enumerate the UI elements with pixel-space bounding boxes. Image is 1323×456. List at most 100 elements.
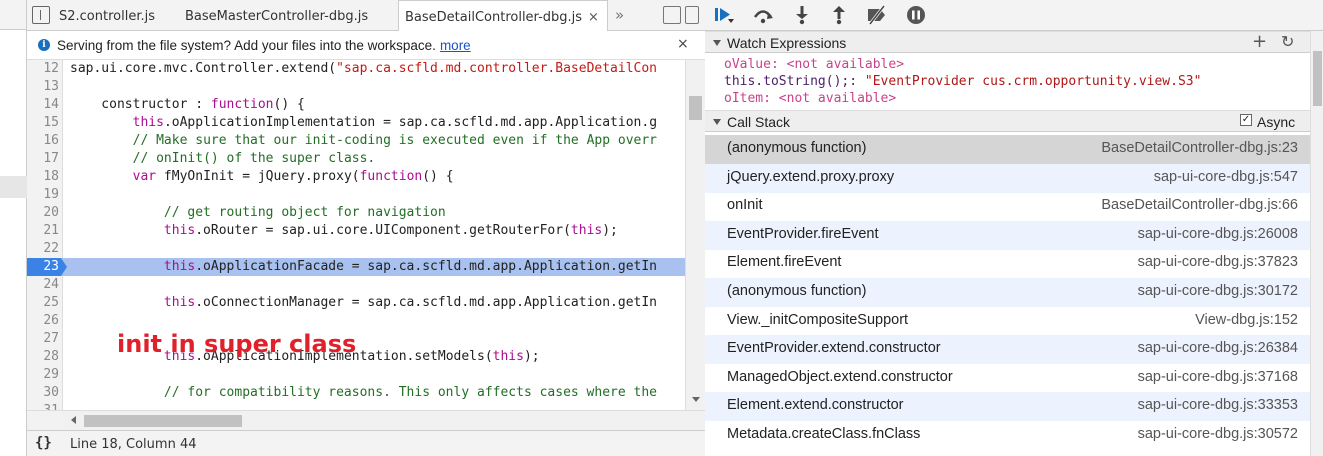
toggle-navigator-icon[interactable]	[32, 6, 50, 24]
editor-horizontal-scrollbar[interactable]	[63, 410, 705, 430]
line-number[interactable]: 15	[27, 114, 59, 132]
call-frame-location[interactable]: sap-ui-core-dbg.js:547	[1154, 169, 1298, 185]
info-more-link[interactable]: more	[440, 38, 471, 53]
code-line[interactable]: 26	[27, 312, 685, 330]
toggle-debugger-icon[interactable]	[663, 6, 681, 24]
line-number[interactable]: 27	[27, 330, 59, 348]
watch-row[interactable]: oItem: <not available>	[724, 91, 896, 107]
sidebar-scroll-thumb[interactable]	[1313, 51, 1322, 106]
call-frame-location[interactable]: BaseDetailController-dbg.js:66	[1101, 197, 1298, 213]
call-frame[interactable]: View._initCompositeSupport View-dbg.js:15…	[705, 307, 1310, 336]
code-line[interactable]: 25 this.oConnectionManager = sap.ca.scfl…	[27, 294, 685, 312]
watch-row[interactable]: oValue: <not available>	[724, 57, 904, 73]
pretty-print-icon[interactable]: {}	[35, 435, 52, 451]
call-frame-selected[interactable]: (anonymous function) BaseDetailController…	[705, 135, 1310, 164]
call-stack-header[interactable]: Call Stack ✓ Async	[705, 110, 1310, 132]
pause-on-exceptions-icon[interactable]	[905, 5, 927, 25]
code-line[interactable]: 29	[27, 366, 685, 384]
code-line[interactable]: 22	[27, 240, 685, 258]
call-stack-title: Call Stack	[727, 114, 791, 130]
code-line[interactable]: 14 constructor : function() {	[27, 96, 685, 114]
code-line[interactable]: 19	[27, 186, 685, 204]
call-frame[interactable]: (anonymous function) sap-ui-core-dbg.js:3…	[705, 278, 1310, 307]
line-number[interactable]: 19	[27, 186, 59, 204]
horizontal-scroll-thumb[interactable]	[84, 415, 242, 427]
code-line[interactable]: 24	[27, 276, 685, 294]
line-number[interactable]: 16	[27, 132, 59, 150]
line-number[interactable]: 30	[27, 384, 59, 402]
line-number[interactable]: 22	[27, 240, 59, 258]
breakpoint-marker[interactable]: 23	[27, 258, 67, 276]
info-close-icon[interactable]: ×	[677, 36, 689, 52]
code-line[interactable]: 16 // Make sure that our init-coding is …	[27, 132, 685, 150]
code-line[interactable]: 15 this.oApplicationImplementation = sap…	[27, 114, 685, 132]
line-number[interactable]: 18	[27, 168, 59, 186]
call-frame-location[interactable]: sap-ui-core-dbg.js:37168	[1138, 369, 1298, 385]
line-number[interactable]: 31	[27, 402, 59, 410]
call-frame-location[interactable]: sap-ui-core-dbg.js:30572	[1138, 426, 1298, 442]
code-line-breakpoint[interactable]: 23 this.oApplicationFacade = sap.ca.scfl…	[27, 258, 685, 276]
deactivate-breakpoints-icon[interactable]	[866, 5, 888, 25]
tab-s2-controller[interactable]: S2.controller.js	[59, 0, 155, 31]
call-frame-location[interactable]: sap-ui-core-dbg.js:30172	[1138, 283, 1298, 299]
scroll-left-arrow-icon[interactable]	[71, 416, 76, 424]
line-number[interactable]: 28	[27, 348, 59, 366]
vertical-scroll-thumb[interactable]	[689, 96, 702, 120]
code-line[interactable]: 21 this.oRouter = sap.ui.core.UIComponen…	[27, 222, 685, 240]
collapse-triangle-icon[interactable]	[713, 119, 721, 125]
tab-overflow-icon[interactable]: »	[615, 6, 624, 24]
tab-base-detail-controller[interactable]: BaseDetailController-dbg.js ×	[398, 0, 608, 31]
code-line[interactable]: 17 // onInit() of the super class.	[27, 150, 685, 168]
line-number[interactable]: 26	[27, 312, 59, 330]
call-frame[interactable]: Element.extend.constructor sap-ui-core-db…	[705, 392, 1310, 422]
code-line[interactable]: 13	[27, 78, 685, 96]
call-frame[interactable]: onInit BaseDetailController-dbg.js:66	[705, 192, 1310, 221]
line-number[interactable]: 29	[27, 366, 59, 384]
line-number[interactable]: 20	[27, 204, 59, 222]
scroll-down-arrow-icon[interactable]	[692, 397, 700, 402]
line-number[interactable]: 13	[27, 78, 59, 96]
resume-icon[interactable]	[713, 5, 735, 25]
call-frame[interactable]: Metadata.createClass.fnClass sap-ui-core-…	[705, 421, 1310, 450]
line-number[interactable]: 17	[27, 150, 59, 168]
call-frame[interactable]: EventProvider.fireEvent sap-ui-core-dbg.j…	[705, 220, 1310, 250]
call-frame[interactable]: EventProvider.extend.constructor sap-ui-c…	[705, 335, 1310, 365]
code-text: // Make sure that our init-coding is exe…	[70, 132, 657, 150]
code-line[interactable]: 12 sap.ui.core.mvc.Controller.extend("sap…	[27, 60, 685, 78]
code-line[interactable]: 20 // get routing object for navigation	[27, 204, 685, 222]
line-number[interactable]: 14	[27, 96, 59, 114]
call-frame-location[interactable]: View-dbg.js:152	[1195, 312, 1298, 328]
tab-base-master-controller[interactable]: BaseMasterController-dbg.js	[185, 0, 368, 31]
code-line[interactable]: 18 var fMyOnInit = jQuery.proxy(function…	[27, 168, 685, 186]
call-frame[interactable]: Element.fireEvent sap-ui-core-dbg.js:3782…	[705, 249, 1310, 278]
split-view-icon[interactable]	[685, 6, 699, 24]
step-out-icon[interactable]	[828, 5, 850, 25]
line-number[interactable]: 21	[27, 222, 59, 240]
call-frame-location[interactable]: BaseDetailController-dbg.js:23	[1101, 140, 1298, 156]
step-into-icon[interactable]	[791, 5, 813, 25]
code-token: fMyOnInit = jQuery.proxy(	[156, 169, 360, 184]
async-checkbox[interactable]: ✓	[1240, 114, 1252, 126]
collapse-triangle-icon[interactable]	[713, 40, 721, 46]
call-frame-location[interactable]: sap-ui-core-dbg.js:26384	[1138, 340, 1298, 356]
code-line[interactable]: 31	[27, 402, 685, 410]
code-line[interactable]: 30 // for compatibility reasons. This on…	[27, 384, 685, 402]
refresh-watch-icon[interactable]: ↻	[1281, 33, 1294, 51]
sidebar-scrollbar[interactable]	[1310, 31, 1323, 456]
tab-close-icon[interactable]: ×	[588, 1, 599, 35]
line-number[interactable]: 12	[27, 60, 59, 78]
call-frame-location[interactable]: sap-ui-core-dbg.js:33353	[1138, 397, 1298, 413]
line-number[interactable]: 24	[27, 276, 59, 294]
step-over-icon[interactable]	[752, 5, 774, 25]
call-frame-location[interactable]: sap-ui-core-dbg.js:37823	[1138, 254, 1298, 270]
call-frame-location[interactable]: sap-ui-core-dbg.js:26008	[1138, 226, 1298, 242]
watch-value: <not available>	[786, 57, 905, 72]
call-frame[interactable]: jQuery.extend.proxy.proxy sap-ui-core-dbg…	[705, 163, 1310, 193]
line-number[interactable]: 25	[27, 294, 59, 312]
watch-row[interactable]: this.toString();: "EventProvider cus.crm…	[724, 74, 1201, 90]
add-watch-icon[interactable]: +	[1252, 33, 1267, 51]
editor-vertical-scrollbar[interactable]	[685, 60, 705, 410]
watch-expressions-header[interactable]: Watch Expressions + ↻	[705, 31, 1310, 53]
call-frame[interactable]: ManagedObject.extend.constructor sap-ui-c…	[705, 364, 1310, 393]
